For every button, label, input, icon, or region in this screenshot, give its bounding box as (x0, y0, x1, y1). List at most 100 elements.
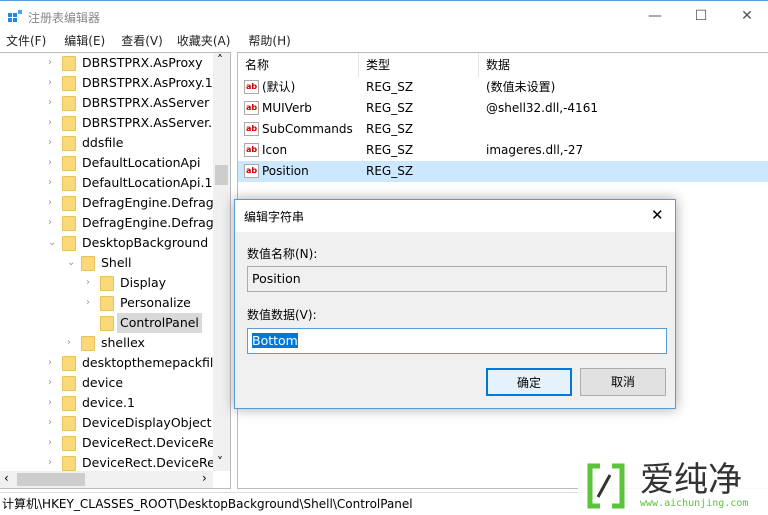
tree-item-label: DBRSTPRX.AsProxy (82, 55, 203, 70)
expand-arrow-icon[interactable]: › (48, 193, 58, 213)
menu-favorites[interactable]: 收藏夹(A) (171, 31, 237, 51)
tree-item-label: device.1 (82, 395, 135, 410)
scroll-up-icon[interactable]: ˄ (217, 53, 223, 67)
tree-item[interactable]: ControlPanel (0, 313, 213, 333)
tree-item-label: DefaultLocationApi.1 (82, 175, 213, 190)
expand-arrow-icon[interactable]: › (48, 413, 58, 433)
value-data: (数值未设置) (486, 80, 556, 94)
value-data-label: 数值数据(V): (247, 308, 317, 322)
value-name: MUIVerb (262, 101, 312, 115)
tree-horizontal-scrollbar[interactable]: ‹ › (0, 471, 213, 488)
watermark-url: www.aichunjing.com (640, 498, 749, 509)
tree-item-label: DefragEngine.DefragEngine (82, 195, 230, 210)
tree-item-label: DBRSTPRX.AsServer (82, 95, 210, 110)
tree-item[interactable]: › DefaultLocationApi (0, 153, 213, 173)
expand-arrow-icon[interactable]: › (48, 73, 58, 93)
expand-arrow-icon[interactable]: › (48, 393, 58, 413)
value-name: (默认) (262, 80, 296, 94)
expand-arrow-icon[interactable]: › (48, 153, 58, 173)
tree-item[interactable]: › DeviceRect.DeviceRect (0, 433, 227, 453)
tree-item[interactable]: › DeviceDisplayObject (0, 413, 213, 433)
expand-arrow-icon[interactable]: › (67, 333, 77, 353)
menu-help[interactable]: 帮助(H) (242, 31, 296, 51)
string-value-icon: ab (244, 80, 259, 94)
tree-item[interactable]: › Display (0, 273, 213, 293)
scroll-right-icon[interactable]: › (202, 471, 207, 485)
tree-item-label: DeviceRect.DeviceRect (82, 435, 227, 450)
close-button[interactable]: ✕ (724, 1, 768, 31)
column-name[interactable]: 名称 (238, 53, 359, 77)
expand-arrow-icon[interactable]: › (48, 113, 58, 133)
tree-item[interactable]: › DefragEngine.DefragEngine.1 (0, 213, 230, 233)
menu-view[interactable]: 查看(V) (115, 31, 169, 51)
hscroll-thumb[interactable] (17, 473, 85, 486)
expand-arrow-icon[interactable]: ⌄ (67, 253, 77, 273)
value-row[interactable]: ab MUIVerb REG_SZ @shell32.dll,-4161 (238, 98, 768, 119)
value-data: @shell32.dll,-4161 (486, 101, 598, 115)
value-row[interactable]: ab Position REG_SZ (238, 161, 768, 182)
expand-arrow-icon[interactable]: › (48, 453, 58, 473)
tree-item-label: DefragEngine.DefragEngine.1 (82, 215, 230, 230)
scroll-down-icon[interactable]: ˅ (217, 455, 223, 469)
expand-arrow-icon[interactable]: › (48, 93, 58, 113)
folder-icon (62, 96, 76, 111)
tree-item[interactable]: › ddsfile (0, 133, 213, 153)
cancel-button[interactable]: 取消 (580, 368, 666, 396)
regedit-icon (8, 10, 22, 22)
expand-arrow-icon[interactable]: › (48, 433, 58, 453)
watermark-brand: 爱纯净 (640, 460, 742, 500)
expand-arrow-icon[interactable]: › (48, 213, 58, 233)
folder-icon (62, 196, 76, 211)
value-row[interactable]: ab SubCommands REG_SZ (238, 119, 768, 140)
tree-item[interactable]: › DBRSTPRX.AsServer (0, 93, 213, 113)
expand-arrow-icon[interactable]: › (86, 273, 96, 293)
tree-item[interactable]: › DBRSTPRX.AsProxy.1 (0, 73, 213, 93)
folder-icon (100, 276, 114, 291)
minimize-button[interactable]: — (632, 1, 678, 31)
tree-item[interactable]: ⌄ Shell (0, 253, 213, 273)
value-name-label: 数值名称(N): (247, 247, 318, 261)
value-type: REG_SZ (366, 164, 414, 178)
expand-arrow-icon[interactable]: › (48, 353, 58, 373)
tree-item[interactable]: › shellex (0, 333, 213, 353)
expand-arrow-icon[interactable]: › (48, 373, 58, 393)
dialog-title: 编辑字符串 (244, 210, 305, 224)
ok-button[interactable]: 确定 (486, 368, 572, 396)
string-value-icon: ab (244, 122, 259, 136)
tree-item[interactable]: › desktopthemepackfile (0, 353, 221, 373)
column-data[interactable]: 数据 (479, 53, 768, 77)
value-type: REG_SZ (366, 143, 414, 157)
dialog-close-icon[interactable]: ✕ (651, 206, 664, 224)
tree-item[interactable]: › DeviceRect.DeviceRect.1 (0, 453, 230, 473)
tree-item[interactable]: › DBRSTPRX.AsProxy (0, 53, 213, 73)
expand-arrow-icon[interactable]: ⌄ (48, 233, 58, 253)
menu-file[interactable]: 文件(F) (0, 31, 52, 51)
tree-item[interactable]: › DefaultLocationApi.1 (0, 173, 213, 193)
tree-vertical-scrollbar[interactable]: ˄ ˅ (213, 53, 230, 471)
scroll-thumb[interactable] (215, 165, 228, 185)
tree-item[interactable]: › DefragEngine.DefragEngine (0, 193, 230, 213)
tree-item[interactable]: › DBRSTPRX.AsServer.1 (0, 113, 220, 133)
value-name-field[interactable]: Position (247, 266, 667, 292)
value-row[interactable]: ab (默认) REG_SZ (数值未设置) (238, 77, 768, 98)
dialog-title-bar: 编辑字符串 ✕ (235, 200, 675, 232)
value-row[interactable]: ab Icon REG_SZ imageres.dll,-27 (238, 140, 768, 161)
column-type[interactable]: 类型 (359, 53, 479, 77)
tree-item[interactable]: › Personalize (0, 293, 213, 313)
value-data: imageres.dll,-27 (486, 143, 584, 157)
maximize-button[interactable]: ☐ (678, 1, 724, 31)
expand-arrow-icon[interactable]: › (48, 133, 58, 153)
tree-item[interactable]: › device.1 (0, 393, 213, 413)
value-data-input[interactable]: Bottom (247, 328, 667, 354)
menu-edit[interactable]: 编辑(E) (58, 31, 111, 51)
tree-item[interactable]: ⌄ DesktopBackground (0, 233, 213, 253)
expand-arrow-icon[interactable]: › (86, 293, 96, 313)
expand-arrow-icon[interactable]: › (48, 173, 58, 193)
value-data-text: Bottom (252, 333, 298, 348)
expand-arrow-icon[interactable]: › (48, 53, 58, 73)
folder-icon (81, 336, 95, 351)
folder-icon (62, 176, 76, 191)
scroll-left-icon[interactable]: ‹ (4, 471, 9, 485)
string-value-icon: ab (244, 143, 259, 157)
tree-item[interactable]: › device (0, 373, 213, 393)
